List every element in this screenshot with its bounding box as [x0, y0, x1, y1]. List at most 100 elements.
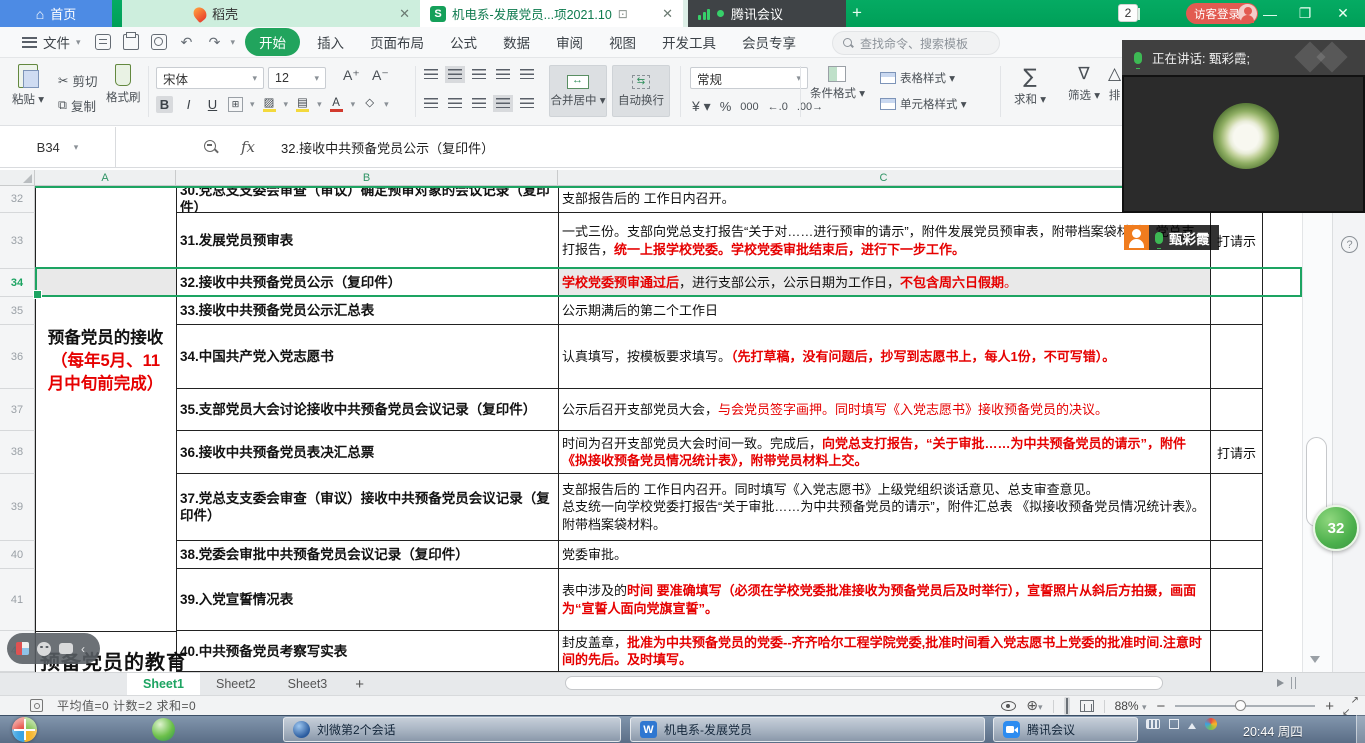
cell-b39[interactable]: 37.党总支支委会审查（审议）接收中共预备党员会议记录（复印件） — [176, 474, 558, 541]
cell-c37[interactable]: 公示后召开支部党员大会，与会党员签字画押。同时填写《入党志愿书》接收预备党员的决… — [558, 389, 1210, 431]
number-format-select[interactable]: 常规▾ — [690, 67, 808, 89]
cell-d42[interactable] — [1210, 631, 1263, 672]
file-menu-button[interactable]: 文件 ▾ — [0, 32, 89, 52]
print-icon[interactable] — [123, 34, 139, 50]
tab-docer[interactable]: 稻壳 ✕ — [122, 0, 420, 27]
menu-item-开始[interactable]: 开始 — [245, 28, 300, 56]
zoom-out-button[interactable]: − — [1156, 698, 1165, 715]
menu-item-会员专享[interactable]: 会员专享 — [729, 28, 809, 56]
currency-format-icon[interactable]: ¥ ▾ — [692, 98, 711, 115]
start-button[interactable] — [12, 717, 37, 742]
menu-item-页面布局[interactable]: 页面布局 — [357, 28, 437, 56]
zoom-slider-thumb[interactable] — [1235, 700, 1246, 711]
tab-spreadsheet-active[interactable]: S 机电系-发展党员...项2021.10 ⊡ ✕ — [420, 0, 683, 27]
underline-button[interactable]: U — [204, 96, 221, 113]
sum-button[interactable]: ∑ 求和 ▾ — [1014, 64, 1046, 107]
cell-a38[interactable] — [35, 431, 176, 474]
cell-style-button[interactable]: 单元格样式 ▾ — [880, 96, 966, 112]
sheet-tab-sheet1[interactable]: Sheet1 — [127, 673, 200, 696]
cell-d37[interactable] — [1210, 389, 1263, 431]
menu-item-开发工具[interactable]: 开发工具 — [649, 28, 729, 56]
cell-d39[interactable] — [1210, 474, 1263, 541]
row-header-37[interactable]: 37 — [0, 389, 35, 431]
shrink-font-button[interactable]: A⁻ — [372, 67, 389, 84]
vertical-scrollbar-track[interactable] — [1302, 186, 1332, 672]
meeting-video-tile[interactable]: 甄彩霞 — [1122, 75, 1365, 213]
show-hidden-icons-arrow[interactable] — [1188, 719, 1196, 729]
cell-c42[interactable]: 封皮盖章，批准为中共预备党员的党委--齐齐哈尔工程学院党委,批准时间看入党志愿书… — [558, 631, 1210, 672]
cell-a32[interactable] — [35, 186, 176, 213]
redo-icon[interactable]: ↷ — [207, 34, 223, 50]
cell-d40[interactable] — [1210, 541, 1263, 569]
guest-login-button[interactable]: 访客登录 — [1186, 3, 1258, 24]
column-header-a[interactable]: A — [35, 170, 176, 185]
zoom-level[interactable]: 88% ▾ — [1115, 699, 1147, 713]
horizontal-scrollbar-thumb[interactable] — [565, 676, 1163, 690]
scrollbar-resize-handle[interactable] — [1291, 677, 1296, 689]
normal-view-button[interactable] — [1064, 697, 1070, 715]
row-header-33[interactable]: 33 — [0, 213, 35, 269]
column-header-b[interactable]: B — [176, 170, 558, 185]
distribute-icon[interactable] — [520, 98, 534, 109]
menu-item-数据[interactable]: 数据 — [490, 28, 543, 56]
cell-a39[interactable] — [35, 474, 176, 541]
borders-icon[interactable]: ⊞ — [228, 97, 243, 112]
save-icon[interactable] — [95, 34, 111, 50]
row-header-34[interactable]: 34 — [0, 269, 35, 297]
align-middle-icon[interactable] — [448, 69, 462, 80]
cell-a33[interactable] — [35, 213, 176, 269]
cell-c38[interactable]: 时间为召开支部党员大会时间一致。完成后，向党总支打报告，“关于审批……为中共预备… — [558, 431, 1210, 474]
cell-b37[interactable]: 35.支部党员大会讨论接收中共预备党员会议记录（复印件） — [176, 389, 558, 431]
align-bottom-icon[interactable] — [472, 69, 486, 80]
minimize-button[interactable]: — — [1255, 0, 1285, 27]
fill-color-icon[interactable]: ▨ — [262, 97, 277, 112]
tencent-meeting-chip[interactable]: 腾讯会议 — [688, 0, 846, 27]
cell-c39[interactable]: 支部报告后的 工作日内召开。同时填写《入党志愿书》上级党组织谈话意见、总支审查意… — [558, 474, 1210, 541]
row-header-38[interactable]: 38 — [0, 431, 35, 474]
fx-icon[interactable]: fx — [241, 138, 255, 156]
percent-format-icon[interactable]: % — [720, 99, 732, 114]
font-color-icon[interactable]: A — [329, 97, 344, 112]
cell-b42[interactable]: 40.中共预备党员考察写实表 — [176, 631, 558, 672]
font-name-select[interactable]: 宋体▾ — [156, 67, 264, 89]
menu-item-审阅[interactable]: 审阅 — [543, 28, 596, 56]
cell-c33[interactable]: 一式三份。支部向党总支打报告“关于对……进行预审的请示”，附件发展党员预审表，附… — [558, 213, 1210, 269]
scroll-right-arrow-icon[interactable] — [1277, 679, 1288, 687]
add-sheet-button[interactable]: + — [355, 676, 364, 693]
copy-button[interactable]: ⧉ 复制 — [58, 96, 96, 115]
help-icon[interactable]: ? — [1341, 236, 1358, 253]
menu-item-视图[interactable]: 视图 — [596, 28, 649, 56]
taskbar-app-icon[interactable] — [152, 718, 175, 741]
taskbar-button-3[interactable]: 腾讯会议 — [993, 717, 1138, 742]
cell-a41[interactable] — [35, 569, 176, 631]
sort-button[interactable]: △ 排 — [1108, 64, 1121, 103]
table-style-button[interactable]: 表格样式 ▾ — [880, 70, 955, 86]
pin-tab-icon[interactable]: ⊡ — [618, 7, 628, 21]
close-tab-icon[interactable]: ✕ — [399, 6, 410, 22]
merge-center-button[interactable]: 合并居中 ▾ — [549, 65, 607, 117]
conditional-format-button[interactable]: 条件格式 ▾ — [810, 66, 865, 101]
row-header-41[interactable]: 41 — [0, 569, 35, 631]
cell-b41[interactable]: 39.入党宣誓情况表 — [176, 569, 558, 631]
new-tab-button[interactable]: + — [846, 2, 868, 24]
chat-icon[interactable] — [59, 643, 73, 654]
taskbar-button-1[interactable]: 刘微第2个会话 — [283, 717, 621, 742]
comma-format-icon[interactable]: 000 — [740, 101, 758, 113]
row-header-35[interactable]: 35 — [0, 297, 35, 325]
cell-d36[interactable] — [1210, 325, 1263, 389]
sheet-tab-sheet3[interactable]: Sheet3 — [272, 673, 344, 696]
cell-c35[interactable]: 公示期满后的第二个工作日 — [558, 297, 1210, 325]
cell-d35[interactable] — [1210, 297, 1263, 325]
tencent-meeting-overlay[interactable]: 正在讲话: 甄彩霞; 甄彩霞 — [1122, 40, 1365, 213]
floating-app-widget[interactable]: ‹ — [7, 633, 100, 664]
menu-item-插入[interactable]: 插入 — [304, 28, 357, 56]
formula-content[interactable]: 32.接收中共预备党员公示（复印件） — [281, 138, 494, 157]
show-desktop-button[interactable] — [1356, 715, 1365, 743]
cell-a34[interactable] — [35, 269, 176, 297]
quick-access-chevron-icon[interactable]: ▾ — [231, 37, 236, 48]
emoji-icon[interactable] — [37, 642, 51, 656]
locate-icon[interactable]: ⊕▾ — [1026, 698, 1042, 714]
page-break-view-icon[interactable] — [1080, 700, 1094, 712]
collapse-arrow-icon[interactable]: ‹ — [81, 642, 85, 656]
cell-c34[interactable]: 学校党委预审通过后，进行支部公示，公示日期为工作日，不包含周六日假期。 — [558, 269, 1210, 297]
